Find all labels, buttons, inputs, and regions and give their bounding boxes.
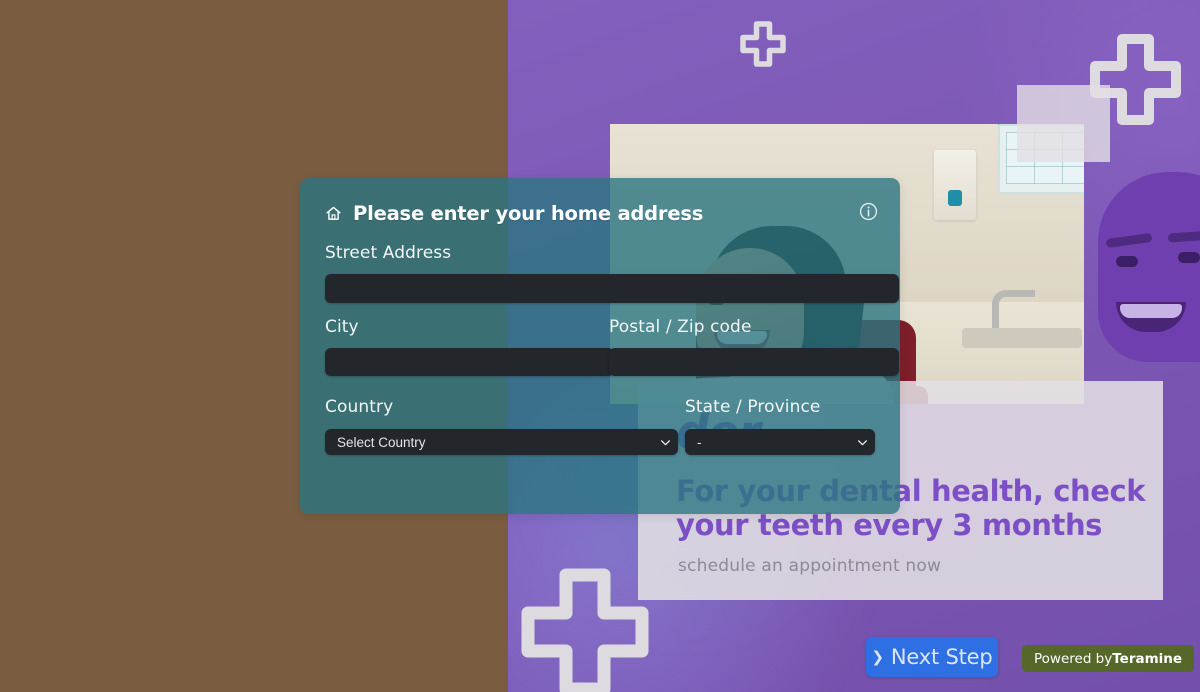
home-icon [326, 206, 341, 220]
chevron-down-icon [652, 436, 678, 449]
postal-zip-input[interactable] [609, 348, 899, 376]
ad-card-top-fragment [1017, 85, 1110, 162]
modal-title: Please enter your home address [353, 202, 704, 225]
next-step-label: Next Step [890, 645, 993, 669]
plus-cross-icon-small [740, 21, 786, 67]
city-label: City [325, 317, 359, 337]
street-address-input[interactable] [325, 274, 899, 303]
home-address-modal: Please enter your home address [300, 178, 900, 514]
powered-by-badge[interactable]: Powered by Teramine [1022, 645, 1195, 672]
powered-by-brand: Teramine [1112, 650, 1183, 667]
country-label: Country [325, 397, 394, 417]
chevron-down-icon [849, 436, 875, 449]
next-step-button[interactable]: ❯ Next Step [866, 637, 998, 677]
powered-by-prefix: Powered by [1034, 650, 1113, 667]
chevron-right-icon: ❯ [871, 647, 885, 666]
screen-root: der For your dental health, check your t… [0, 0, 1200, 692]
country-select[interactable]: Select Country [325, 429, 678, 455]
dental-patient-photo-tinted [1094, 150, 1200, 400]
postal-zip-label: Postal / Zip code [609, 317, 752, 337]
street-address-label: Street Address [325, 243, 452, 263]
state-province-label: State / Province [685, 397, 821, 417]
state-province-select-value: - [697, 434, 702, 450]
info-circle-icon[interactable] [859, 202, 878, 221]
ad-subline: schedule an appointment now [678, 556, 942, 576]
state-province-select[interactable]: - [685, 429, 875, 455]
modal-header: Please enter your home address [325, 202, 878, 225]
city-input[interactable] [325, 348, 614, 376]
country-select-value: Select Country [337, 434, 426, 450]
